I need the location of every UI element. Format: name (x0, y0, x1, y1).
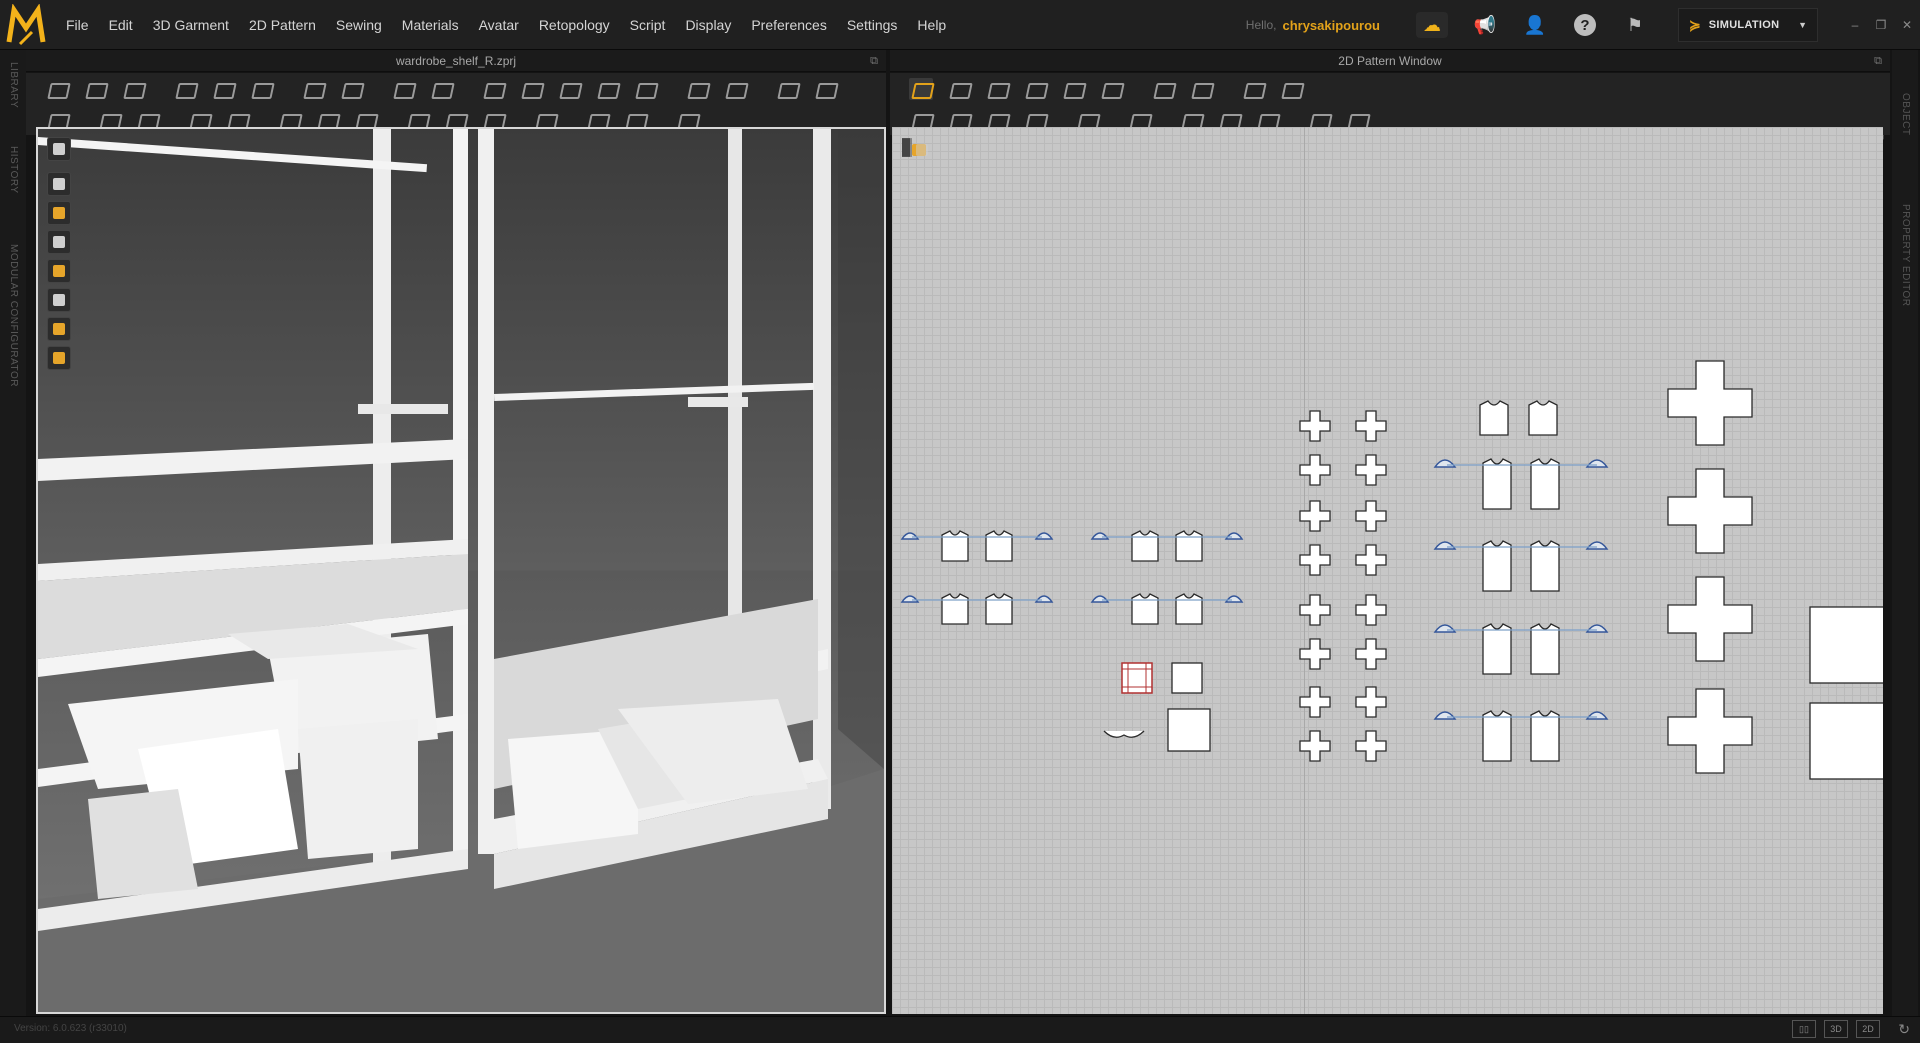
avatar-icon[interactable] (595, 78, 619, 100)
menu-bar: File Edit 3D Garment 2D Pattern Sewing M… (0, 0, 1920, 50)
menu-script[interactable]: Script (620, 0, 676, 50)
pattern-layer-icon[interactable] (910, 138, 912, 157)
environment-icon[interactable] (47, 346, 71, 370)
segment-sewing-icon[interactable] (301, 78, 325, 100)
project-filename: wardrobe_shelf_R.zprj (395, 54, 517, 68)
garment-icon[interactable] (481, 78, 505, 100)
caret-down-icon: ▼ (1798, 20, 1807, 30)
pen-icon[interactable] (723, 78, 747, 100)
rectangle-icon[interactable] (1023, 78, 1047, 100)
fold-arrangement-icon[interactable] (121, 78, 145, 100)
3d-garment-viewport[interactable] (36, 127, 886, 1014)
minimize-button[interactable]: – (1842, 18, 1868, 32)
help-circle: ? (1574, 14, 1596, 36)
megaphone-icon[interactable]: 📢 (1472, 12, 1498, 38)
tab-history[interactable]: HISTORY (0, 140, 26, 200)
user-profile-icon[interactable]: 👤 (1522, 12, 1548, 38)
wardrobe-shelf-render (38, 129, 884, 1012)
show-garment-icon[interactable] (47, 172, 71, 196)
menu-avatar[interactable]: Avatar (469, 0, 529, 50)
view-3d-button[interactable]: 3D (1824, 1020, 1848, 1038)
tab-object-browser[interactable]: OBJECT BROWSER (1874, 64, 1918, 164)
menu-settings[interactable]: Settings (837, 0, 908, 50)
grid-pattern-alt-icon[interactable] (1279, 78, 1303, 100)
shirt-icon[interactable] (519, 78, 543, 100)
pin-icon[interactable] (211, 78, 235, 100)
transform-pattern-icon[interactable] (985, 78, 1009, 100)
grid-icon[interactable] (775, 78, 799, 100)
select-mesh-icon[interactable] (83, 78, 107, 100)
fold-pattern-icon[interactable] (1151, 78, 1175, 100)
menu-file[interactable]: File (56, 0, 99, 50)
avatar-pose-icon[interactable] (633, 78, 657, 100)
menu-sewing[interactable]: Sewing (326, 0, 392, 50)
edit-texture-icon[interactable] (1061, 78, 1085, 100)
status-bar: Version: 6.0.623 (r33010) ▯▯ 3D 2D ↻ (0, 1016, 1920, 1043)
simulation-mode-dropdown[interactable]: ≽ SIMULATION ▼ (1678, 8, 1818, 42)
3d-side-toolbox (47, 137, 73, 375)
edit-point-icon[interactable] (947, 78, 971, 100)
view-split-button[interactable]: ▯▯ (1792, 1020, 1816, 1038)
view-2d-button[interactable]: 2D (1856, 1020, 1880, 1038)
right-side-panel: OBJECT BROWSER PROPERTY EDITOR (1874, 50, 1918, 1016)
show-avatar-icon[interactable] (47, 230, 71, 254)
avatar-pattern-icon[interactable] (1189, 78, 1213, 100)
popout-icon[interactable]: ⧉ (870, 50, 878, 72)
2d-window-label: 2D Pattern Window (1338, 54, 1442, 68)
select-move-icon[interactable] (45, 78, 69, 100)
2d-pattern-canvas[interactable] (892, 127, 1883, 1014)
pin-box-icon[interactable] (249, 78, 273, 100)
show-avatar-joints-icon[interactable] (47, 201, 71, 225)
app-window: File Edit 3D Garment 2D Pattern Sewing M… (0, 0, 1920, 1043)
2d-window-title: 2D Pattern Window ⧉ (890, 50, 1890, 72)
grid-alt-icon[interactable] (813, 78, 837, 100)
user-name[interactable]: chrysakipourou (1282, 18, 1380, 33)
pattern-pieces (901, 360, 1883, 780)
app-logo (6, 4, 46, 46)
3d-toolbar-row-1 (26, 73, 886, 104)
hanger-icon[interactable]: ⚑ (1622, 12, 1648, 38)
transform-icon[interactable] (173, 78, 197, 100)
shade-icon[interactable] (47, 288, 71, 312)
version-text: Version: 6.0.623 (r33010) (14, 1023, 127, 1034)
double-chevron-icon: ≽ (1689, 16, 1701, 33)
greeting-text: Hello, (1245, 18, 1277, 32)
show-pattern-icon[interactable] (47, 137, 71, 161)
menu-retopology[interactable]: Retopology (529, 0, 620, 50)
menu-help[interactable]: Help (907, 0, 956, 50)
tab-property-editor[interactable]: PROPERTY EDITOR (1892, 200, 1918, 310)
show-fabric-icon[interactable] (47, 259, 71, 283)
popout-icon[interactable]: ⧉ (1874, 50, 1882, 72)
graphic-icon[interactable] (1099, 78, 1123, 100)
avatar-head-icon[interactable] (47, 317, 71, 341)
3d-window-title: wardrobe_shelf_R.zprj ⧉ (26, 50, 886, 72)
2d-side-toolbox (902, 138, 928, 157)
mode-label: SIMULATION (1708, 19, 1780, 31)
restore-button[interactable]: ❐ (1868, 18, 1894, 32)
free-sewing-icon[interactable] (339, 78, 363, 100)
grid-pattern-icon[interactable] (1241, 78, 1265, 100)
brush-icon[interactable] (685, 78, 709, 100)
menu-edit[interactable]: Edit (99, 0, 143, 50)
avatar-measure-icon[interactable] (557, 78, 581, 100)
menu-2d-pattern[interactable]: 2D Pattern (239, 0, 326, 50)
menu-display[interactable]: Display (675, 0, 741, 50)
menu-3d-garment[interactable]: 3D Garment (143, 0, 239, 50)
left-side-panel: LIBRARY HISTORY MODULAR CONFIGURATOR (0, 50, 26, 1016)
close-button[interactable]: ✕ (1894, 18, 1920, 32)
menu-preferences[interactable]: Preferences (741, 0, 836, 50)
2d-toolbar-row-1 (890, 73, 1890, 104)
refresh-icon[interactable]: ↻ (1898, 1021, 1910, 1038)
menu-materials[interactable]: Materials (392, 0, 469, 50)
tape-icon[interactable] (391, 78, 415, 100)
tab-modular-configurator[interactable]: MODULAR CONFIGURATOR (0, 235, 26, 395)
cloud-icon[interactable]: ☁ (1416, 12, 1448, 38)
fold-icon[interactable] (429, 78, 453, 100)
view-mode-buttons: ▯▯ 3D 2D (1784, 1020, 1880, 1038)
edit-pattern-icon[interactable] (909, 77, 933, 100)
help-icon[interactable]: ? (1572, 12, 1598, 38)
tab-library[interactable]: LIBRARY (0, 60, 26, 110)
